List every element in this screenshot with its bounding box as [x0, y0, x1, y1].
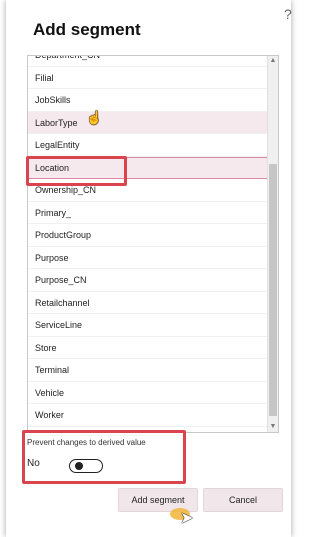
segment-item[interactable]: Purpose — [28, 247, 268, 269]
dialog-title: Add segment — [33, 20, 141, 39]
segment-item[interactable]: Retailchannel — [28, 292, 268, 314]
segment-item[interactable]: Primary_ — [28, 202, 268, 224]
listbox-scrollbar[interactable]: ▲ ▼ — [267, 56, 278, 432]
segment-item[interactable]: Department_CN — [28, 56, 268, 67]
segment-item[interactable]: LegalEntity — [28, 134, 268, 157]
segment-item[interactable]: Terminal — [28, 359, 268, 382]
segment-item[interactable]: Worker — [28, 404, 268, 427]
derived-value-label: Prevent changes to derived value — [27, 438, 146, 447]
toggle-knob — [75, 462, 83, 470]
mouse-pointer-icon: ➤ — [180, 510, 194, 527]
location-highlight-box — [26, 156, 127, 186]
cancel-button[interactable]: Cancel — [203, 488, 283, 512]
scroll-up-icon[interactable]: ▲ — [269, 56, 277, 66]
segment-item[interactable]: JobSkills — [28, 89, 268, 112]
prevent-changes-toggle[interactable] — [69, 459, 103, 473]
scroll-down-icon[interactable]: ▼ — [269, 422, 277, 432]
segment-listbox[interactable]: Department_CN Filial JobSkills LaborType Leg… — [27, 55, 279, 433]
help-icon[interactable]: ? — [284, 6, 292, 22]
segment-item[interactable]: ServiceLine — [28, 314, 268, 337]
hand-pointer-icon: ☝ — [86, 110, 103, 125]
segment-item[interactable]: Vehicle — [28, 382, 268, 404]
toggle-state-text: No — [27, 458, 40, 469]
segment-item[interactable]: LaborType — [28, 111, 268, 134]
scrollbar-thumb[interactable] — [269, 164, 277, 416]
segment-item[interactable]: Filial — [28, 67, 268, 89]
segment-item[interactable]: Purpose_CN — [28, 269, 268, 292]
segment-item[interactable]: ProductGroup — [28, 224, 268, 247]
segment-item[interactable]: Store — [28, 337, 268, 359]
segment-list: Department_CN Filial JobSkills LaborType Leg… — [28, 56, 268, 427]
